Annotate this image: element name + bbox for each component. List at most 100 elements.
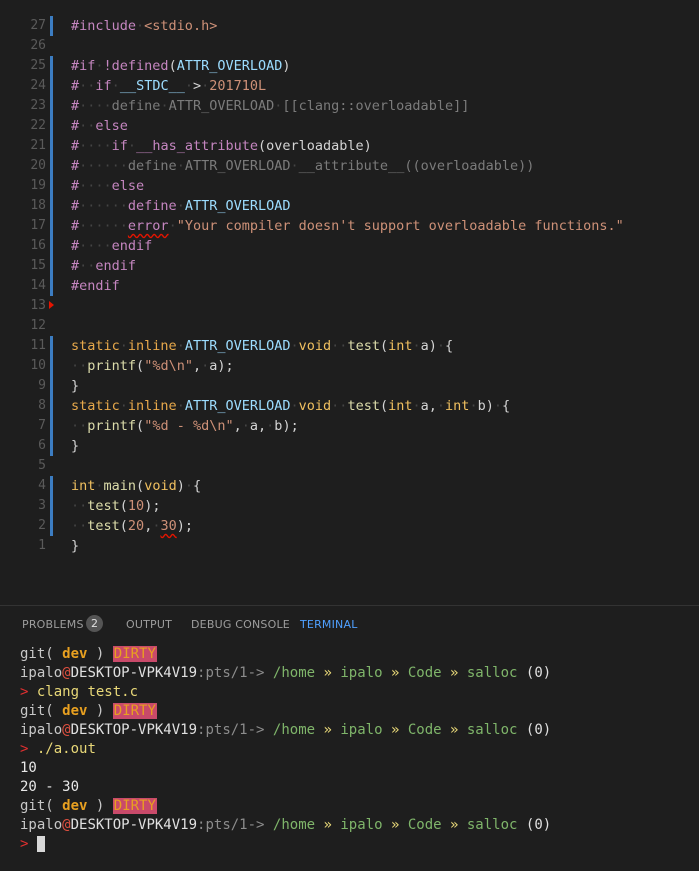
code-line[interactable]: 4 int·main(void)·{ [0,476,699,496]
line-code: int·main(void)·{ [71,476,201,496]
line-number: 6 [38,438,46,453]
code-line[interactable]: 16 #····endif [0,236,699,256]
code-token: test [87,498,120,514]
tab-terminal[interactable]: TERMINAL [300,618,358,631]
code-line[interactable]: 6} [0,436,699,456]
line-code: ··printf("%d - %d\n",·a,·b); [71,416,299,436]
git-change-indicator [50,436,53,456]
whitespace-marker: ·· [331,398,348,414]
code-token: # [71,98,80,114]
deleted-lines-marker-icon[interactable] [49,301,54,309]
code-line[interactable]: 21 #····if·__has_attribute(overloadable) [0,136,699,156]
code-token: static [71,398,120,414]
git-branch: dev [62,646,88,662]
code-token: printf [87,418,137,434]
whitespace-marker: ······ [79,218,128,234]
exit-status: (0) [525,817,552,833]
line-number: 23 [30,98,46,113]
code-line[interactable]: 23 #····define·ATTR_OVERLOAD·[[clang::ove… [0,96,699,116]
code-editor[interactable]: 27 #include·<stdio.h> 26 25 #if·!defined(ATT… [0,0,699,605]
git-change-indicator [50,176,53,196]
line-number: 11 [30,338,46,353]
code-line[interactable]: 25 #if·!defined(ATTR_OVERLOAD) [0,56,699,76]
whitespace-marker: ······ [79,198,128,214]
code-token: ATTR_OVERLOAD [184,158,291,174]
code-token: # [71,158,80,174]
code-token: define [127,158,177,174]
code-token: ( [119,498,128,514]
path-separator: » [323,665,332,681]
code-token: ATTR_OVERLOAD [176,58,283,74]
tab-debug-console[interactable]: DEBUG CONSOLE [191,618,290,631]
code-token: # [71,218,80,234]
whitespace-marker: ·· [79,118,96,134]
code-line[interactable]: 10 ··printf("%d\n",·a); [0,356,699,376]
tab-output[interactable]: OUTPUT [126,618,172,631]
whitespace-marker: ·· [79,258,96,274]
git-change-indicator [50,476,53,496]
line-number: 10 [30,358,46,373]
code-line[interactable]: 8 static·inline·ATTR_OVERLOAD·void··test(… [0,396,699,416]
whitespace-marker: · [290,158,299,174]
code-line[interactable]: 2 ··test(20,·30); [0,516,699,536]
code-token: #endif [71,278,120,294]
whitespace-marker: · [127,138,137,154]
tty-label: :pts/1-> [197,817,265,833]
line-number: 9 [38,378,46,393]
code-line[interactable]: 24 #··if·__STDC__·>·201710L [0,76,699,96]
git-change-indicator [50,336,53,356]
code-token: # [71,238,80,254]
git-label: git( [20,798,54,814]
git-change-indicator [50,396,53,416]
code-line[interactable]: 12 [0,316,699,336]
code-line[interactable]: 14 #endif [0,276,699,296]
line-number: 3 [38,498,46,513]
code-token: ATTR_OVERLOAD [168,98,275,114]
whitespace-marker: · [95,478,104,494]
path-separator: » [450,722,459,738]
code-token: ) [282,58,291,74]
code-token: ( [119,518,128,534]
code-token: a [249,418,259,434]
code-line[interactable]: 15 #··endif [0,256,699,276]
tab-problems[interactable]: PROBLEMS [22,618,84,631]
code-line[interactable]: 22 #··else [0,116,699,136]
whitespace-marker: · [436,338,446,354]
path-segment: ipalo [340,817,383,833]
code-line[interactable]: 5 [0,456,699,476]
dirty-badge: DIRTY [112,798,157,814]
code-token: { [502,398,511,414]
code-token: ATTR_OVERLOAD [184,398,291,414]
git-change-indicator [50,356,53,376]
code-line[interactable]: 26 [0,36,699,56]
line-code: static·inline·ATTR_OVERLOAD·void··test(i… [71,396,510,416]
code-line[interactable]: 19 #····else [0,176,699,196]
code-line[interactable]: 7 ··printf("%d - %d\n",·a,·b); [0,416,699,436]
code-token: else [111,178,145,194]
code-line[interactable]: 11 static·inline·ATTR_OVERLOAD·void··test… [0,336,699,356]
code-line[interactable]: 17 #······error·"Your compiler doesn't su… [0,216,699,236]
terminal-output-line: 10 [20,759,37,778]
code-line[interactable]: 27 #include·<stdio.h> [0,16,699,36]
line-number: 2 [38,518,46,533]
code-token: # [71,138,80,154]
code-line[interactable]: 1} [0,536,699,556]
code-line[interactable]: 9} [0,376,699,396]
code-line[interactable]: 20 #······define·ATTR_OVERLOAD·__attribut… [0,156,699,176]
code-token: # [71,178,80,194]
code-token: ATTR_OVERLOAD [184,338,291,354]
line-number: 7 [38,418,46,433]
code-line[interactable]: 3 ··test(10); [0,496,699,516]
code-line[interactable]: 18 #······define·ATTR_OVERLOAD [0,196,699,216]
prompt-symbol: > [20,684,29,700]
line-code: #······error·"Your compiler doesn't supp… [71,216,624,236]
output-text: 20 - 30 [20,779,80,795]
code-line[interactable]: 13 [0,296,699,316]
code-token: ( [168,58,177,74]
line-code: #······define·ATTR_OVERLOAD [71,196,291,216]
git-change-indicator [50,236,53,256]
line-code: #····else [71,176,144,196]
code-token: overloadable [266,138,364,154]
code-token: , [258,418,267,434]
whitespace-marker: ·· [331,338,348,354]
